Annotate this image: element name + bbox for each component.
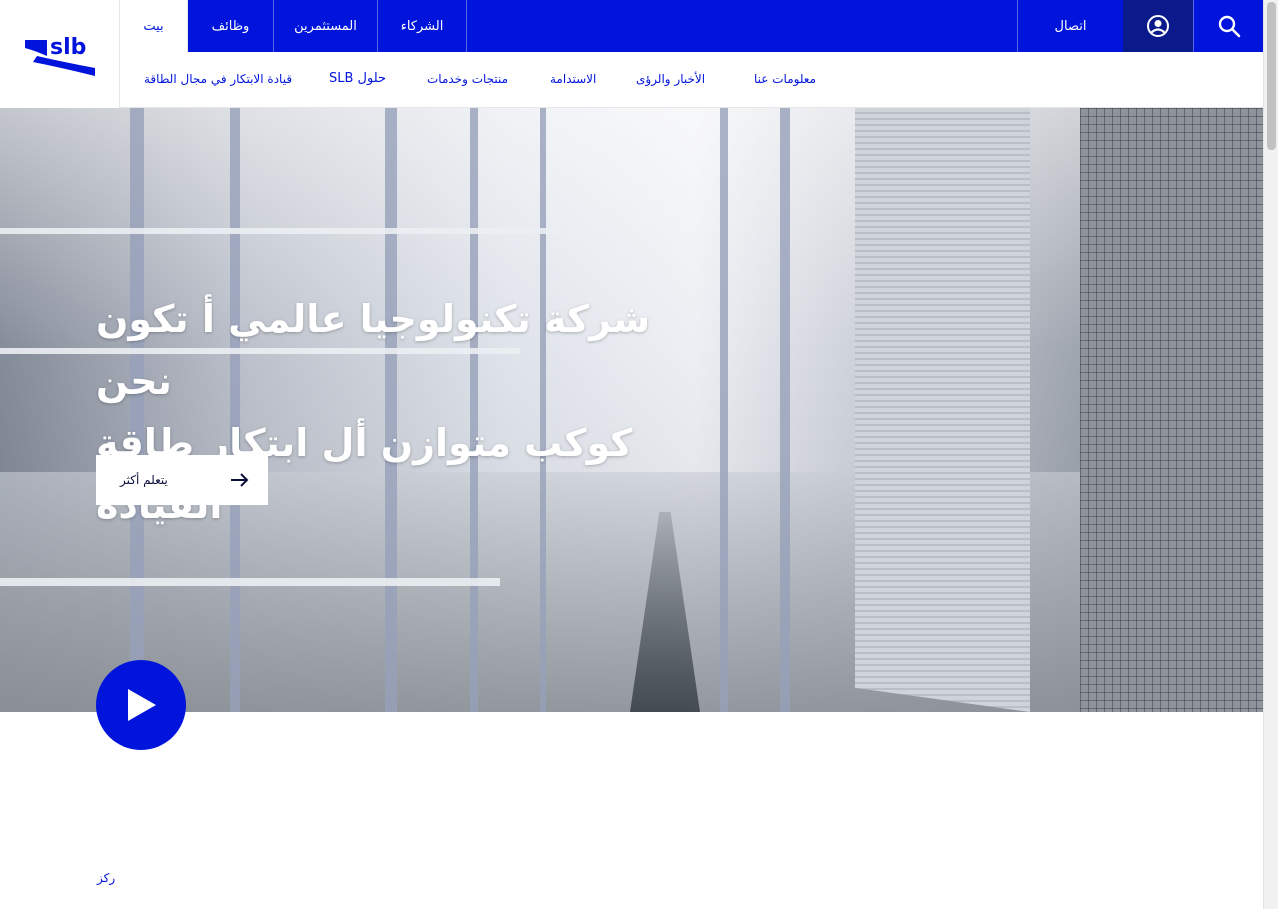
hero-shutter-door: [855, 108, 1030, 712]
hero-banner: شركة تكنولوجيا عالمي أ تكون نحن كوكب متو…: [0, 108, 1263, 712]
slb-logo: slb: [24, 35, 95, 76]
hero-title-line-1: شركة تكنولوجيا عالمي أ تكون نحن: [96, 297, 651, 403]
tab-careers-label: وظائف: [211, 18, 250, 34]
contact-link[interactable]: اتصال: [1017, 0, 1123, 52]
user-account-button[interactable]: [1123, 0, 1193, 52]
user-circle-icon: [1147, 15, 1169, 37]
learn-more-label: يتعلم أكثر: [120, 473, 168, 487]
subnav-products-services[interactable]: منتجات وخدمات: [427, 72, 508, 86]
tab-partners-label: الشركاء: [400, 18, 444, 34]
tab-home-label: بيت: [143, 18, 164, 34]
tab-partners[interactable]: الشركاء: [378, 0, 467, 52]
learn-more-button[interactable]: يتعلم أكثر: [96, 455, 268, 505]
contact-label: اتصال: [1054, 18, 1087, 34]
search-button[interactable]: [1193, 0, 1263, 52]
secondary-navigation: معلومات عنا الأخبار والرؤى الاستدامة منت…: [120, 52, 1263, 108]
page-scrollbar[interactable]: [1263, 0, 1278, 909]
scrollbar-thumb[interactable]: [1267, 2, 1276, 150]
tab-investors[interactable]: المستثمرين: [274, 0, 378, 52]
play-icon: [128, 689, 156, 721]
hero-rack: [780, 108, 790, 712]
subnav-energy-innovation[interactable]: قيادة الابتكار في مجال الطاقة: [144, 72, 292, 86]
subnav-news[interactable]: الأخبار والرؤى: [636, 72, 705, 86]
logo-link[interactable]: slb: [0, 0, 120, 108]
hero-rack: [720, 108, 728, 712]
subnav-sustainability[interactable]: الاستدامة: [550, 72, 596, 86]
tab-careers[interactable]: وظائف: [188, 0, 274, 52]
hero-shelf: [0, 578, 500, 586]
subnav-about[interactable]: معلومات عنا: [754, 72, 816, 86]
play-video-button[interactable]: [96, 660, 186, 750]
search-icon: [1218, 15, 1240, 38]
subnav-solutions[interactable]: SLB حلول: [329, 71, 386, 86]
tab-home[interactable]: بيت: [120, 0, 188, 52]
top-navigation: بيت وظائف المستثمرين الشركاء اتصال: [120, 0, 1263, 52]
logo-text: slb: [50, 35, 86, 60]
hero-shelf: [0, 228, 560, 234]
arrow-right-icon: [231, 473, 249, 487]
hero-mesh-cage: [1080, 108, 1263, 712]
focus-section-label: ركز: [97, 871, 116, 885]
tab-investors-label: المستثمرين: [294, 18, 357, 34]
